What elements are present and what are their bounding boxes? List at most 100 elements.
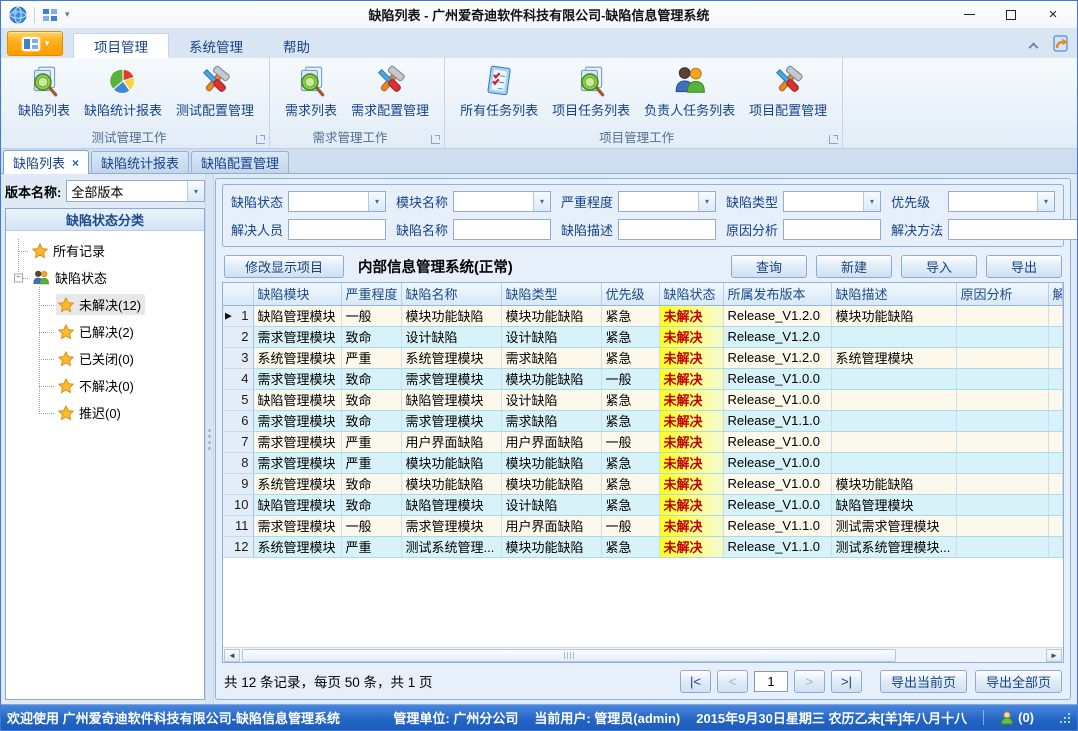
filter-module-name-combo[interactable]: ▾ — [453, 191, 551, 212]
column-header[interactable]: 严重程度 — [341, 283, 401, 305]
close-button[interactable]: × — [1045, 7, 1061, 23]
table-row[interactable]: 10缺陷管理模块致命缺陷管理模块设计缺陷紧急未解决Release_V1.0.0缺… — [223, 494, 1063, 515]
ribbon-tab-1[interactable]: 系统管理 — [169, 33, 263, 58]
table-row[interactable]: 5缺陷管理模块致命缺陷管理模块设计缺陷紧急未解决Release_V1.0.0 — [223, 389, 1063, 410]
new-button[interactable]: 新建 — [816, 255, 892, 278]
doc-tab-2[interactable]: 缺陷配置管理 — [191, 151, 289, 173]
import-button[interactable]: 导入 — [901, 255, 977, 278]
ribbon-button[interactable]: 所有任务列表 — [453, 61, 545, 122]
filter-priority-combo[interactable]: ▾ — [948, 191, 1055, 212]
export-button[interactable]: 导出 — [986, 255, 1062, 278]
ribbon-button[interactable]: 需求列表 — [278, 61, 344, 122]
table-row[interactable]: 7需求管理模块严重用户界面缺陷用户界面缺陷一般未解决Release_V1.0.0 — [223, 431, 1063, 452]
ribbon-tab-0[interactable]: 项目管理 — [73, 33, 169, 58]
collapse-toggle-icon[interactable]: − — [14, 273, 23, 282]
ribbon-button[interactable]: 测试配置管理 — [169, 61, 261, 122]
filter-defect-type-combo[interactable]: ▾ — [783, 191, 881, 212]
ribbon-collapse-chevron-icon[interactable] — [1025, 36, 1041, 52]
doc-tab-1[interactable]: 缺陷统计报表 — [91, 151, 189, 173]
filter-solution-input[interactable] — [948, 219, 1078, 240]
table-row[interactable]: 11需求管理模块一般需求管理模块用户界面缺陷一般未解决Release_V1.1.… — [223, 515, 1063, 536]
table-row[interactable]: 9系统管理模块致命模块功能缺陷模块功能缺陷紧急未解决Release_V1.0.0… — [223, 473, 1063, 494]
table-row[interactable]: 6需求管理模块致命需求管理模块需求缺陷紧急未解决Release_V1.1.0 — [223, 410, 1063, 431]
ribbon-button[interactable]: 缺陷统计报表 — [77, 61, 169, 122]
tree-item-1[interactable]: −缺陷状态 — [6, 264, 204, 291]
tree-item-0[interactable]: 所有记录 — [6, 237, 204, 264]
quick-access-grid-icon[interactable] — [42, 7, 58, 23]
column-header[interactable]: 缺陷类型 — [501, 283, 601, 305]
table-cell: 用户界面缺陷 — [401, 431, 501, 452]
ribbon-button[interactable]: 需求配置管理 — [344, 61, 436, 122]
ribbon-button[interactable]: 缺陷列表 — [11, 61, 77, 122]
combo-dropdown-icon[interactable]: ▾ — [187, 181, 204, 201]
maximize-button[interactable] — [1003, 7, 1019, 23]
column-header[interactable]: 原因分析 — [956, 283, 1048, 305]
table-row[interactable]: ▶1缺陷管理模块一般模块功能缺陷模块功能缺陷紧急未解决Release_V1.2.… — [223, 305, 1063, 326]
resize-grip[interactable] — [1058, 711, 1071, 724]
table-cell: 模块功能缺陷 — [501, 473, 601, 494]
last-page-button[interactable]: >| — [831, 670, 862, 693]
combo-dropdown-icon[interactable]: ▾ — [863, 192, 880, 211]
filter-cause-analysis-input[interactable] — [783, 219, 881, 240]
query-button[interactable]: 查询 — [731, 255, 807, 278]
scroll-left-icon[interactable]: ◄ — [224, 649, 240, 662]
close-tab-icon[interactable]: × — [72, 156, 79, 170]
modify-columns-button[interactable]: 修改显示项目 — [224, 255, 344, 278]
table-row[interactable]: 12系统管理模块严重测试系统管理...模块功能缺陷紧急未解决Release_V1… — [223, 536, 1063, 557]
column-header[interactable]: 所属发布版本 — [723, 283, 831, 305]
ribbon-button[interactable]: 项目任务列表 — [545, 61, 637, 122]
group-dialog-launcher-icon[interactable] — [431, 135, 440, 144]
combo-dropdown-icon[interactable]: ▾ — [1037, 192, 1054, 211]
tree-item-4[interactable]: 已关闭(0) — [6, 345, 204, 372]
table-row[interactable]: 2需求管理模块致命设计缺陷设计缺陷紧急未解决Release_V1.2.0 — [223, 326, 1063, 347]
table-cell: 未解决 — [659, 515, 723, 536]
horizontal-scrollbar[interactable]: ◄ ► — [223, 647, 1063, 662]
sidebar-splitter[interactable] — [205, 174, 214, 704]
version-combo[interactable]: 全部版本 ▾ — [66, 180, 205, 202]
column-header[interactable]: 缺陷模块 — [253, 283, 341, 305]
next-page-button[interactable]: > — [794, 670, 825, 693]
column-header[interactable]: 解决方法 — [1048, 283, 1063, 305]
column-header[interactable]: 缺陷描述 — [831, 283, 956, 305]
ribbon-tab-2[interactable]: 帮助 — [263, 33, 330, 58]
combo-dropdown-icon[interactable]: ▾ — [698, 192, 715, 211]
group-dialog-launcher-icon[interactable] — [829, 135, 838, 144]
filter-defect-desc-input[interactable] — [618, 219, 716, 240]
filter-defect-status-combo[interactable]: ▾ — [288, 191, 386, 212]
application-menu-button[interactable]: ▾ — [7, 31, 63, 56]
column-header[interactable]: 优先级 — [601, 283, 659, 305]
table-cell: 紧急 — [601, 452, 659, 473]
table-row[interactable]: 8需求管理模块严重模块功能缺陷模块功能缺陷紧急未解决Release_V1.0.0 — [223, 452, 1063, 473]
table-row[interactable]: 3系统管理模块严重系统管理模块需求缺陷紧急未解决Release_V1.2.0系统… — [223, 347, 1063, 368]
table-cell — [831, 368, 956, 389]
column-header[interactable]: 缺陷名称 — [401, 283, 501, 305]
scrollbar-thumb[interactable] — [242, 649, 896, 662]
tree-item-5[interactable]: 不解决(0) — [6, 372, 204, 399]
first-page-button[interactable]: |< — [680, 670, 711, 693]
prev-page-button[interactable]: < — [717, 670, 748, 693]
doc-tab-0[interactable]: 缺陷列表× — [3, 150, 89, 174]
filter-resolver-input[interactable] — [288, 219, 386, 240]
table-row[interactable]: 4需求管理模块致命需求管理模块模块功能缺陷一般未解决Release_V1.0.0 — [223, 368, 1063, 389]
group-dialog-launcher-icon[interactable] — [256, 135, 265, 144]
filter-defect-name-input[interactable] — [453, 219, 551, 240]
combo-dropdown-icon[interactable]: ▾ — [368, 192, 385, 211]
tree-item-3[interactable]: 已解决(2) — [6, 318, 204, 345]
table-cell — [956, 473, 1048, 494]
tree-item-6[interactable]: 推迟(0) — [6, 399, 204, 426]
column-header[interactable]: 缺陷状态 — [659, 283, 723, 305]
export-all-pages-button[interactable]: 导出全部页 — [975, 670, 1062, 693]
doc-search-icon — [574, 64, 608, 98]
table-cell: 未解决 — [659, 494, 723, 515]
filter-severity-combo[interactable]: ▾ — [618, 191, 716, 212]
scroll-right-icon[interactable]: ► — [1046, 649, 1062, 662]
combo-dropdown-icon[interactable]: ▾ — [533, 192, 550, 211]
ribbon-button[interactable]: 负责人任务列表 — [637, 61, 742, 122]
ribbon-button[interactable]: 项目配置管理 — [742, 61, 834, 122]
export-current-page-button[interactable]: 导出当前页 — [880, 670, 967, 693]
page-number-input[interactable] — [754, 671, 788, 692]
help-icon[interactable] — [1051, 34, 1071, 54]
tree-item-2[interactable]: 未解决(12) — [6, 291, 204, 318]
minimize-button[interactable] — [961, 7, 977, 23]
quick-access-dropdown-icon[interactable]: ▾ — [65, 9, 70, 20]
